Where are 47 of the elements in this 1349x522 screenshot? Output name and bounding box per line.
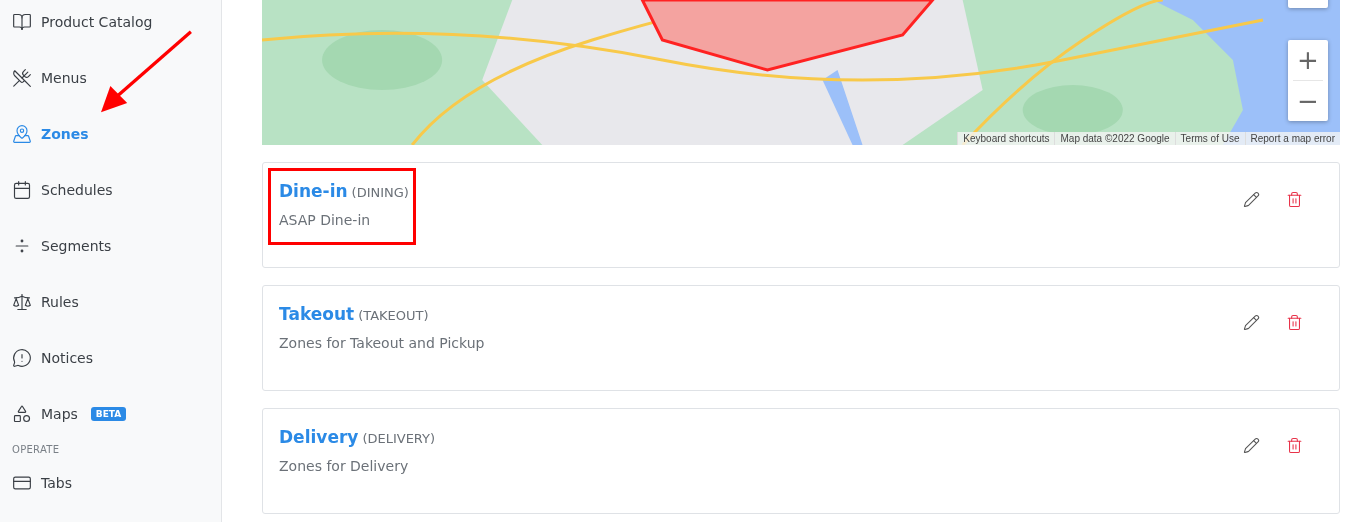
sidebar-item[interactable]: Segments bbox=[0, 232, 221, 260]
zone-description: ASAP Dine-in bbox=[279, 212, 372, 228]
sidebar-icon bbox=[12, 292, 32, 312]
map-attribution-link[interactable]: Keyboard shortcuts bbox=[957, 132, 1055, 145]
edit-button[interactable] bbox=[1243, 437, 1260, 454]
beta-badge: BETA bbox=[90, 407, 127, 421]
sidebar-label: Rules bbox=[41, 294, 79, 310]
sidebar-icon bbox=[12, 348, 32, 368]
delete-button[interactable] bbox=[1286, 314, 1303, 331]
sidebar-label: Zones bbox=[41, 126, 89, 142]
zone-name-link[interactable]: Dine-in bbox=[279, 181, 348, 201]
sidebar-icon bbox=[12, 180, 32, 200]
edit-button[interactable] bbox=[1243, 314, 1260, 331]
sidebar-label: Segments bbox=[41, 238, 112, 254]
zoom-in-button[interactable]: + bbox=[1288, 40, 1328, 80]
sidebar-icon bbox=[12, 124, 32, 144]
edit-button[interactable] bbox=[1243, 191, 1260, 208]
sidebar-label: Tabs bbox=[41, 475, 72, 491]
zoom-out-button[interactable]: − bbox=[1288, 81, 1328, 121]
map-attribution-link[interactable]: Map data ©2022 Google bbox=[1054, 132, 1175, 145]
zone-code: (DINING) bbox=[351, 185, 409, 200]
zone-name-link[interactable]: Takeout bbox=[279, 304, 355, 324]
sidebar-item[interactable]: Product Catalog bbox=[0, 8, 221, 36]
sidebar-item[interactable]: Menus bbox=[0, 64, 221, 92]
sidebar-item[interactable]: Maps BETA bbox=[0, 400, 221, 428]
zone-name-link[interactable]: Delivery bbox=[279, 427, 359, 447]
zone-code: (TAKEOUT) bbox=[358, 308, 429, 323]
map-attribution-link[interactable]: Terms of Use bbox=[1174, 132, 1245, 145]
delete-button[interactable] bbox=[1286, 191, 1303, 208]
sidebar-label: Menus bbox=[41, 70, 87, 86]
map-attribution-link[interactable]: Report a map error bbox=[1244, 132, 1340, 145]
zone-description: Zones for Delivery bbox=[279, 458, 410, 474]
sidebar-label: Schedules bbox=[41, 182, 113, 198]
zone-description: Zones for Takeout and Pickup bbox=[279, 335, 485, 351]
sidebar-item[interactable]: Tabs bbox=[0, 469, 221, 497]
sidebar-icon bbox=[12, 12, 32, 32]
sidebar-icon bbox=[12, 68, 32, 88]
delete-button[interactable] bbox=[1286, 437, 1303, 454]
sidebar-label: Product Catalog bbox=[41, 14, 153, 30]
sidebar-icon bbox=[12, 404, 32, 424]
sidebar-label: Maps bbox=[41, 406, 78, 422]
zone-code: (DELIVERY) bbox=[362, 431, 436, 446]
sidebar-label: Notices bbox=[41, 350, 94, 366]
sidebar-item[interactable]: Schedules bbox=[0, 176, 221, 204]
sidebar-item[interactable]: Rules bbox=[0, 288, 221, 316]
section-heading: OPERATE bbox=[11, 444, 61, 455]
sidebar-item[interactable]: Notices bbox=[0, 344, 221, 372]
